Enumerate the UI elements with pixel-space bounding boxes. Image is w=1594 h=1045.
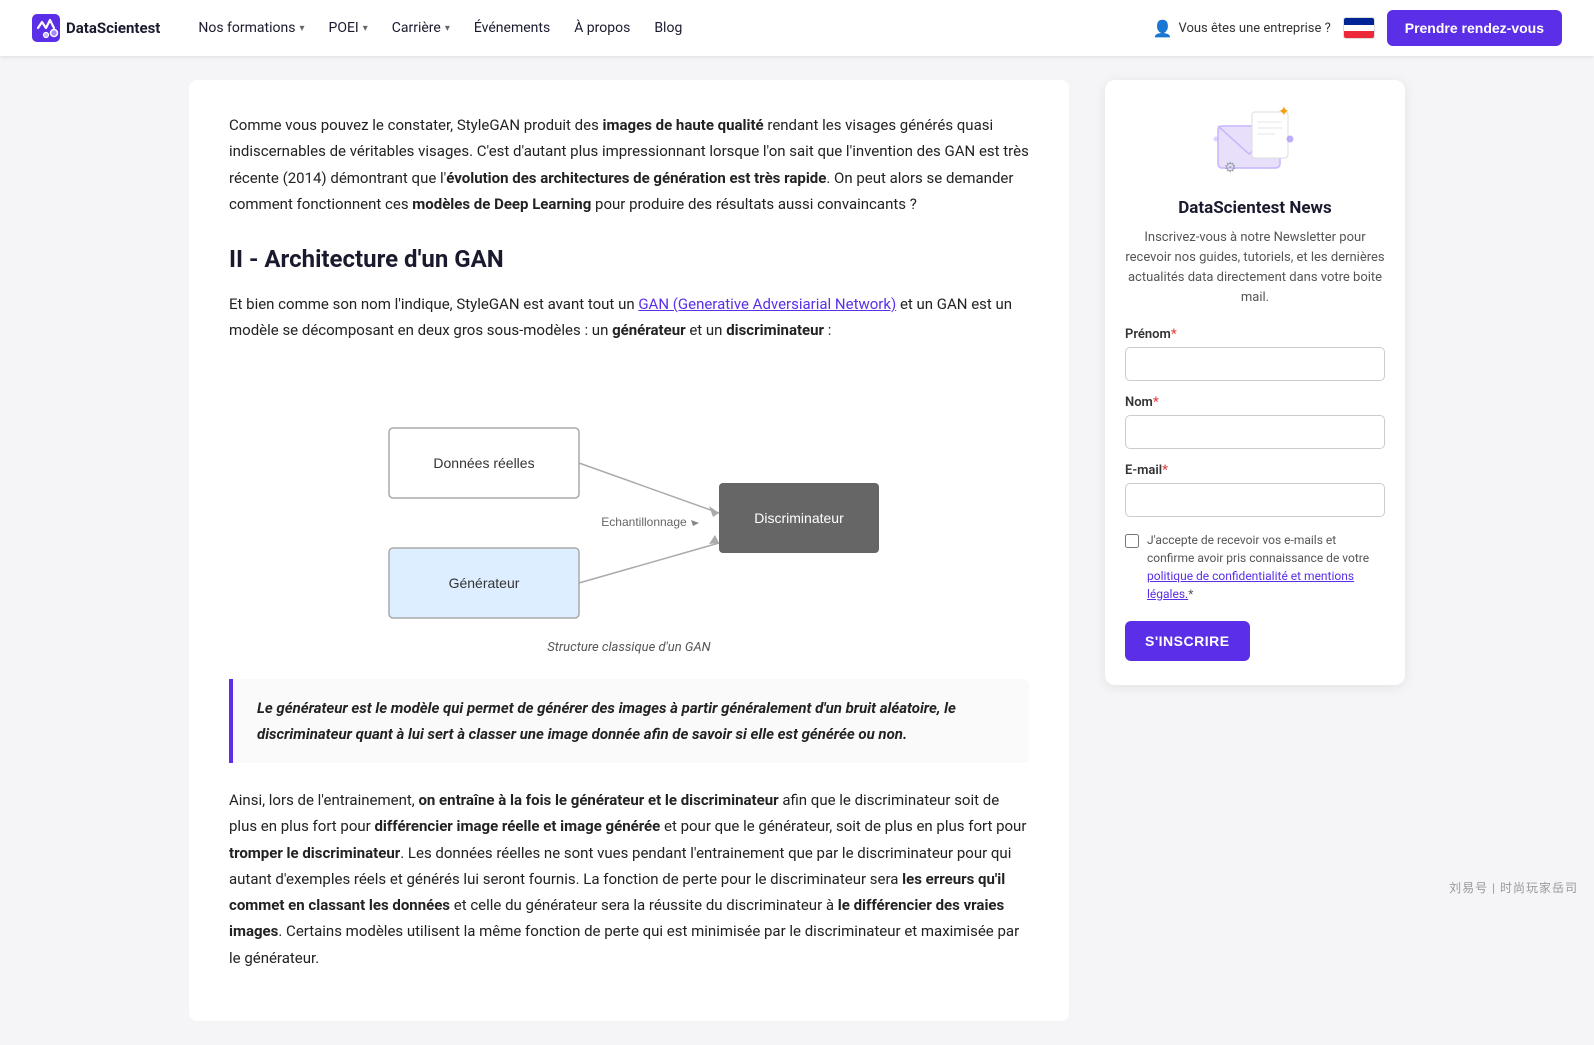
svg-text:Données réelles: Données réelles xyxy=(433,455,534,471)
newsletter-icon-wrap: ✦ ⚙ xyxy=(1125,104,1385,184)
consent-checkbox[interactable] xyxy=(1125,534,1139,548)
svg-text:Echantillonnage: Echantillonnage xyxy=(601,515,687,529)
nav-links: Nos formations ▾ POEI ▾ Carrière ▾ Événe… xyxy=(188,14,1152,42)
diagram-caption: Structure classique d'un GAN xyxy=(547,640,710,655)
enterprise-link[interactable]: 👤 Vous êtes une entreprise ? xyxy=(1153,19,1331,38)
consent-label: J'accepte de recevoir vos e-mails et con… xyxy=(1147,531,1385,603)
nav-item-formations[interactable]: Nos formations ▾ xyxy=(188,14,314,42)
logo[interactable]: DataScientest xyxy=(32,14,160,42)
consent-row: J'accepte de recevoir vos e-mails et con… xyxy=(1125,531,1385,603)
watermark: 刘易号 | 时尚玩家岳司 xyxy=(1449,879,1578,896)
chevron-down-icon: ▾ xyxy=(363,23,368,34)
newsletter-title: DataScientest News xyxy=(1125,198,1385,218)
svg-text:✦: ✦ xyxy=(1278,104,1290,120)
navbar-right: 👤 Vous êtes une entreprise ? Prendre ren… xyxy=(1153,10,1562,46)
chevron-down-icon: ▾ xyxy=(445,23,450,34)
main-content: Comme vous pouvez le constater, StyleGAN… xyxy=(189,80,1069,1021)
enterprise-icon: 👤 xyxy=(1153,19,1173,38)
intro-paragraph: Comme vous pouvez le constater, StyleGAN… xyxy=(229,112,1029,217)
enterprise-label: Vous êtes une entreprise ? xyxy=(1178,21,1330,36)
nav-item-poei[interactable]: POEI ▾ xyxy=(319,14,378,42)
newsletter-desc: Inscrivez-vous à notre Newsletter pour r… xyxy=(1125,228,1385,309)
logo-text: DataScientest xyxy=(66,19,160,37)
flag-red xyxy=(1344,31,1374,38)
subscribe-button[interactable]: S'INSCRIRE xyxy=(1125,621,1250,661)
page-wrapper: Comme vous pouvez le constater, StyleGAN… xyxy=(157,56,1437,1045)
diagram-container: Données réelles Générateur Echantillonna… xyxy=(229,368,1029,655)
sidebar: ✦ ⚙ DataScientest News Inscrivez-vous à … xyxy=(1105,80,1405,685)
svg-text:Générateur: Générateur xyxy=(449,575,520,591)
newsletter-card: ✦ ⚙ DataScientest News Inscrivez-vous à … xyxy=(1105,80,1405,685)
gan-link[interactable]: GAN (Generative Adversiarial Network) xyxy=(638,295,896,313)
chevron-down-icon: ▾ xyxy=(299,23,304,34)
flag-white xyxy=(1344,25,1374,32)
nav-item-carriere[interactable]: Carrière ▾ xyxy=(382,14,460,42)
flag-blue xyxy=(1344,18,1374,25)
navbar: DataScientest Nos formations ▾ POEI ▾ Ca… xyxy=(0,0,1594,56)
prenom-label: Prénom* xyxy=(1125,327,1385,342)
nom-input[interactable] xyxy=(1125,415,1385,449)
nav-item-evenements[interactable]: Événements xyxy=(464,14,560,42)
privacy-link[interactable]: politique de confidentialité et mentions… xyxy=(1147,569,1354,601)
email-label: E-mail* xyxy=(1125,463,1385,478)
logo-icon xyxy=(32,14,60,42)
cta-button[interactable]: Prendre rendez-vous xyxy=(1387,10,1562,46)
prenom-input[interactable] xyxy=(1125,347,1385,381)
section-intro: Et bien comme son nom l'indique, StyleGA… xyxy=(229,291,1029,344)
france-flag[interactable] xyxy=(1343,17,1375,39)
newsletter-illustration: ✦ ⚙ xyxy=(1210,104,1300,184)
section-title: II - Architecture d'un GAN xyxy=(229,245,1029,273)
nav-item-blog[interactable]: Blog xyxy=(644,14,692,42)
email-input[interactable] xyxy=(1125,483,1385,517)
svg-text:⚙: ⚙ xyxy=(1224,160,1237,176)
svg-text:Discriminateur: Discriminateur xyxy=(754,510,844,526)
body-paragraph: Ainsi, lors de l'entrainement, on entraî… xyxy=(229,787,1029,971)
diagram-svg: Données réelles Générateur Echantillonna… xyxy=(359,368,899,632)
quote-block: Le générateur est le modèle qui permet d… xyxy=(229,679,1029,764)
nom-label: Nom* xyxy=(1125,395,1385,410)
nav-item-apropos[interactable]: À propos xyxy=(564,14,640,42)
